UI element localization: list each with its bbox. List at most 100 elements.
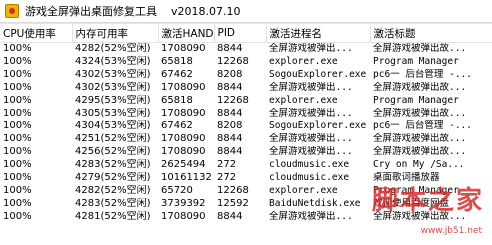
cell-process-name: 全屏游戏被弹出...: [269, 43, 353, 54]
cell-process-name: explorer.exe: [269, 55, 338, 67]
column-header-process-name[interactable]: 激活进程名: [266, 24, 371, 43]
process-table: CPU使用率 内存可用率 激活HAND PID 激活进程名 激活标题 100% 4…: [0, 24, 492, 224]
cell-cpu: 100%: [3, 184, 32, 196]
cell-hwnd: 65818: [161, 94, 193, 106]
cell-cpu: 100%: [3, 146, 32, 158]
process-list[interactable]: CPU使用率 内存可用率 激活HAND PID 激活进程名 激活标题 100% 4…: [0, 23, 492, 245]
cell-process-name: explorer.exe: [269, 94, 338, 106]
column-header-hwnd[interactable]: 激活HAND: [158, 24, 215, 43]
cell-memory: 4304(53%空闲): [75, 120, 151, 132]
cell-window-title: 全屏游戏被弹出故...: [373, 210, 467, 222]
cell-memory: 4302(53%空闲): [75, 68, 151, 80]
column-header-cpu[interactable]: CPU使用率: [0, 24, 73, 43]
table-row[interactable]: 100% 4283(52%空闲) 2625494 272 cloudmusic.exe C…: [0, 159, 492, 172]
cell-window-title: Program Manager: [373, 55, 459, 67]
table-row[interactable]: 100% 4324(53%空闲) 65818 12268 explorer.exe Pro…: [0, 56, 492, 69]
cell-cpu: 100%: [3, 133, 32, 145]
cell-pid: 8208: [217, 120, 243, 132]
table-row[interactable]: 100% 4302(53%空闲) 1708090 8844 全屏游戏被弹出... 全屏游戏…: [0, 82, 492, 95]
cell-pid: 8844: [217, 210, 243, 222]
cell-pid: 8844: [217, 133, 243, 145]
cell-cpu: 100%: [3, 210, 32, 222]
table-row[interactable]: 100% 4305(53%空闲) 1708090 8844 全屏游戏被弹出... 全屏游戏…: [0, 108, 492, 121]
cell-cpu: 100%: [3, 159, 32, 171]
table-row[interactable]: 100% 4282(52%空闲) 65720 12268 explorer.exe Pro…: [0, 185, 492, 198]
table-row[interactable]: 100% 4256(52%空闲) 1708090 8844 全屏游戏被弹出... 全屏游戏…: [0, 146, 492, 159]
cell-hwnd: 65720: [161, 184, 193, 196]
version-label: v2018.07.10: [171, 4, 241, 18]
cell-process-name: 全屏游戏被弹出...: [269, 81, 353, 93]
cell-window-title: 桌面歌词播放器: [373, 172, 440, 184]
cell-window-title: Program Manager: [373, 184, 459, 196]
column-header-window-title[interactable]: 激活标题: [370, 24, 492, 43]
cell-hwnd: 1708090: [161, 107, 206, 119]
cell-process-name: explorer.exe: [269, 184, 338, 196]
cell-cpu: 100%: [3, 68, 32, 80]
cell-memory: 4281(52%空闲): [75, 210, 151, 222]
cell-memory: 4251(52%空闲): [75, 133, 151, 145]
cell-window-title: Cry on My /Sa...: [373, 159, 465, 171]
cell-process-name: SogouExplorer.exe: [269, 68, 367, 80]
cell-pid: 8844: [217, 146, 243, 158]
cell-cpu: 100%: [3, 55, 32, 67]
cell-memory: 4324(53%空闲): [75, 55, 151, 67]
cell-pid: 272: [217, 172, 237, 184]
cell-pid: 12592: [217, 197, 249, 209]
cell-pid: 12268: [217, 94, 249, 106]
cell-memory: 4295(53%空闲): [75, 94, 151, 106]
cell-process-name: cloudmusic.exe: [269, 172, 350, 184]
cell-hwnd: 1708090: [161, 133, 206, 145]
cell-memory: 4302(53%空闲): [75, 81, 151, 93]
cell-hwnd: 1708090: [161, 210, 206, 222]
cell-memory: 4283(52%空闲): [75, 159, 151, 171]
cell-hwnd: 3739392: [161, 197, 206, 209]
cell-process-name: SogouExplorer.exe: [269, 120, 367, 132]
cell-cpu: 100%: [3, 107, 32, 119]
cell-memory: 4282(52%空闲): [75, 43, 151, 54]
table-row[interactable]: 100% 4302(53%空闲) 67462 8208 SogouExplorer.ex…: [0, 69, 492, 82]
cell-window-title: 全屏游戏被弹出故...: [373, 43, 467, 54]
cell-process-name: cloudmusic.exe: [269, 159, 350, 171]
cell-hwnd: 67462: [161, 120, 193, 132]
cell-cpu: 100%: [3, 172, 32, 184]
table-row[interactable]: 100% 4304(53%空闲) 67462 8208 SogouExplorer.ex…: [0, 120, 492, 133]
app-icon: [5, 4, 19, 18]
cell-cpu: 100%: [3, 120, 32, 132]
cell-memory: 4283(52%空闲): [75, 197, 151, 209]
cell-process-name: 全屏游戏被弹出...: [269, 210, 353, 222]
table-row[interactable]: 100% 4282(52%空闲) 1708090 8844 全屏游戏被弹出... 全屏游戏…: [0, 43, 492, 56]
cell-hwnd: 67462: [161, 68, 193, 80]
cell-window-title: 欢迎使用百度网盘: [373, 197, 450, 209]
cell-window-title: Program Manager: [373, 94, 459, 106]
cell-pid: 8208: [217, 68, 243, 80]
cell-hwnd: 1708090: [161, 43, 206, 54]
table-row[interactable]: 100% 4283(52%空闲) 3739392 12592 BaiduNetdisk.…: [0, 198, 492, 211]
table-row[interactable]: 100% 4279(52%空闲) 10161132 272 cloudmusic.exe…: [0, 172, 492, 185]
cell-memory: 4282(52%空闲): [75, 184, 151, 196]
cell-memory: 4279(52%空闲): [75, 172, 151, 184]
cell-window-title: 全屏游戏被弹出故...: [373, 81, 467, 93]
cell-process-name: 全屏游戏被弹出...: [269, 107, 353, 119]
cell-window-title: pc6一 后台管理 -...: [373, 120, 472, 132]
cell-cpu: 100%: [3, 197, 32, 209]
cell-cpu: 100%: [3, 81, 32, 93]
table-row[interactable]: 100% 4251(52%空闲) 1708090 8844 全屏游戏被弹出... 全屏游戏…: [0, 133, 492, 146]
window-title: 游戏全屏弹出桌面修复工具: [25, 5, 157, 18]
cell-hwnd: 10161132: [161, 172, 212, 184]
cell-pid: 8844: [217, 43, 243, 54]
column-header-memory[interactable]: 内存可用率: [72, 24, 159, 43]
cell-process-name: 全屏游戏被弹出...: [269, 133, 353, 145]
table-row[interactable]: 100% 4295(53%空闲) 65818 12268 explorer.exe Pro…: [0, 95, 492, 108]
cell-cpu: 100%: [3, 94, 32, 106]
cell-pid: 8844: [217, 81, 243, 93]
column-header-pid[interactable]: PID: [214, 24, 267, 43]
title-bar: 游戏全屏弹出桌面修复工具 v2018.07.10: [0, 0, 492, 23]
cell-hwnd: 2625494: [161, 159, 206, 171]
cell-memory: 4305(53%空闲): [75, 107, 151, 119]
cell-cpu: 100%: [3, 43, 32, 54]
cell-window-title: 全屏游戏被弹出故...: [373, 133, 467, 145]
cell-process-name: BaiduNetdisk.exe: [269, 197, 361, 209]
cell-window-title: 全屏游戏被弹出故...: [373, 107, 467, 119]
table-row[interactable]: 100% 4281(52%空闲) 1708090 8844 全屏游戏被弹出... 全屏游戏…: [0, 211, 492, 224]
cell-pid: 12268: [217, 55, 249, 67]
